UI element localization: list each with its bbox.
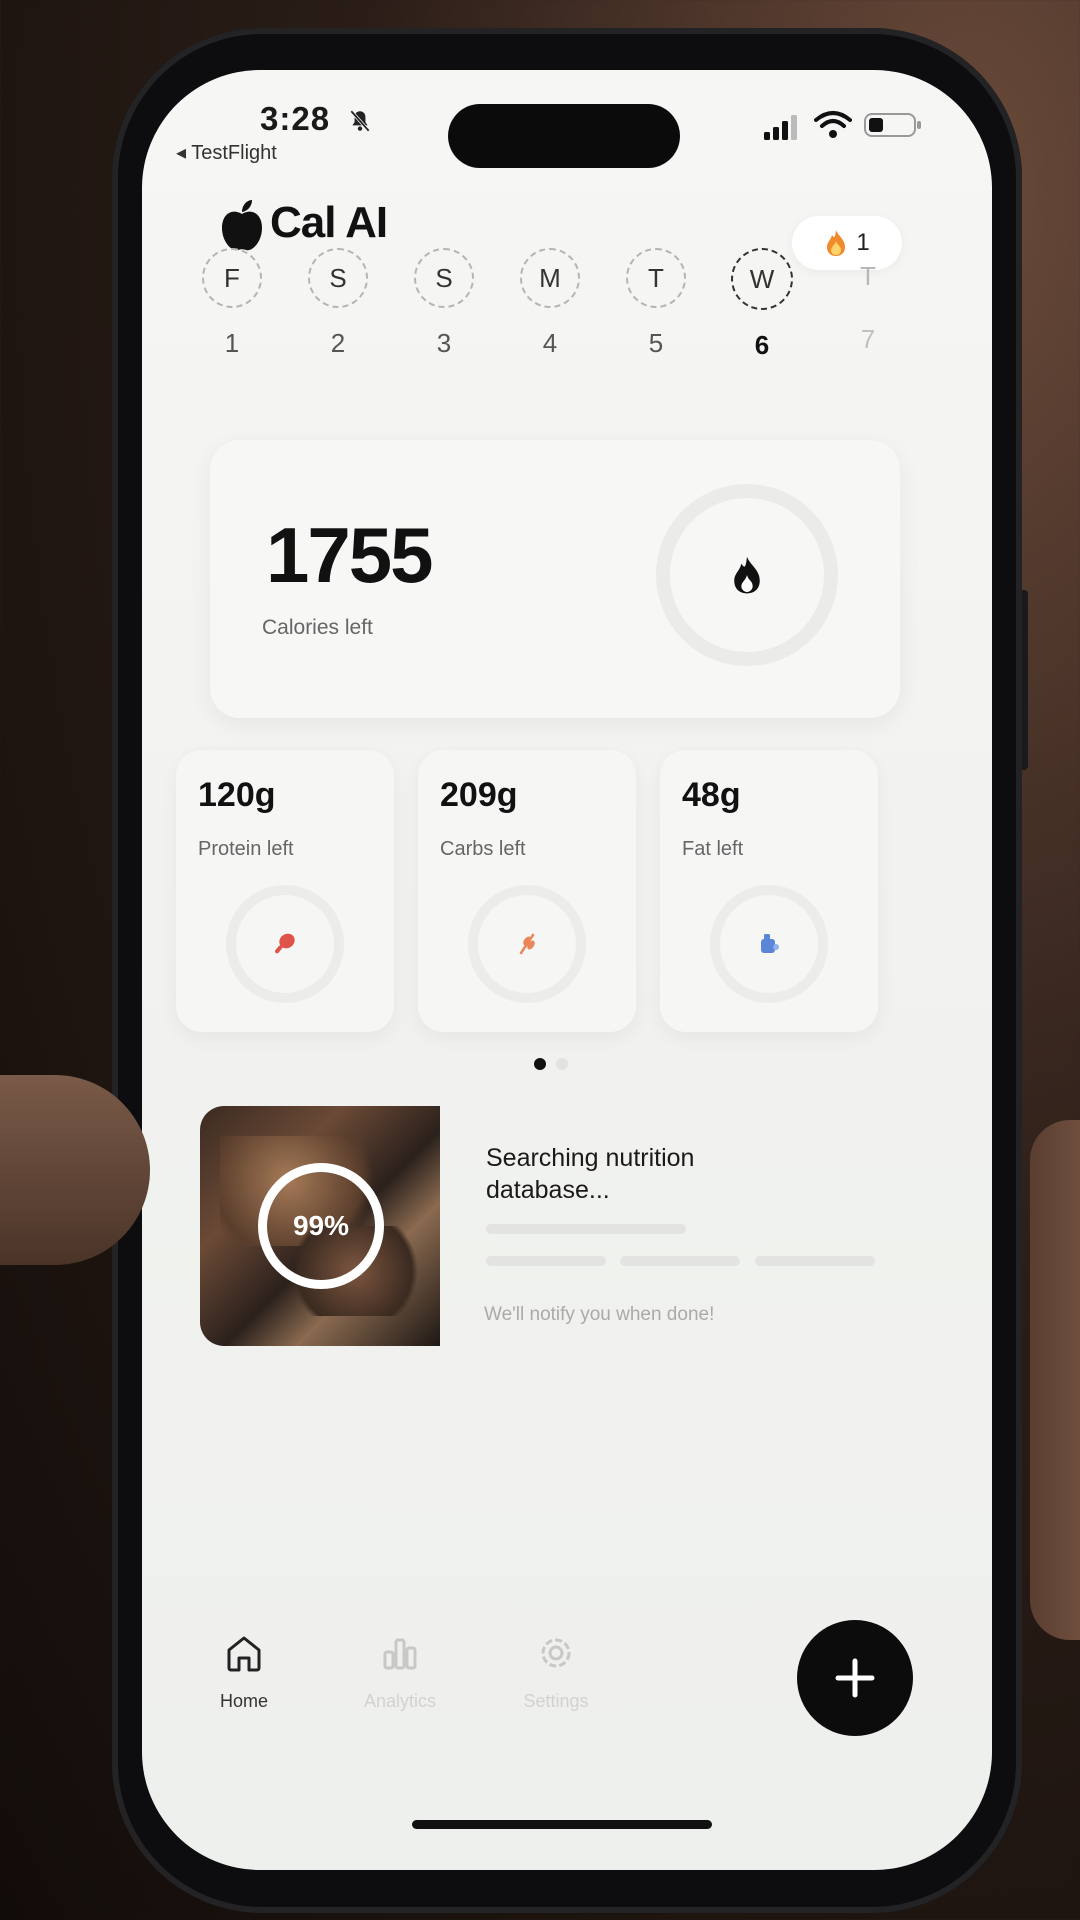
tab-home[interactable]: Home xyxy=(174,1630,314,1712)
protein-card[interactable]: 120g Protein left xyxy=(176,750,394,1032)
day-item-2[interactable]: S 2 xyxy=(298,248,378,359)
tab-home-label: Home xyxy=(219,1691,268,1711)
calories-card[interactable]: 1755 Calories left xyxy=(210,440,900,718)
back-app-label: TestFlight xyxy=(191,142,277,164)
skeleton-line xyxy=(486,1256,606,1266)
day-item-7[interactable]: T 7 xyxy=(828,248,908,355)
page-indicator[interactable] xyxy=(534,1058,594,1074)
oil-drop-icon xyxy=(761,934,779,953)
carbs-ring xyxy=(468,885,586,1003)
page-dot xyxy=(556,1058,568,1070)
status-time: 3:28 xyxy=(260,100,331,137)
fat-value: 48g xyxy=(682,776,741,814)
calories-left-value: 1755 xyxy=(266,511,434,599)
analytics-icon xyxy=(383,1638,417,1670)
app-title: Cal AI xyxy=(270,198,388,247)
day-item-5[interactable]: T 5 xyxy=(616,248,696,359)
carbs-card[interactable]: 209g Carbs left xyxy=(418,750,636,1032)
calories-left-label: Calories left xyxy=(262,616,373,639)
tab-settings[interactable]: Settings xyxy=(486,1630,626,1712)
day-letter: F xyxy=(202,248,262,308)
carbs-label: Carbs left xyxy=(440,838,526,860)
tab-analytics-label: Analytics xyxy=(363,1691,437,1711)
carbs-value: 209g xyxy=(440,776,518,814)
skeleton-line xyxy=(755,1256,875,1266)
scan-progress-value: 99% xyxy=(292,1210,350,1241)
day-letter: T xyxy=(626,248,686,308)
cellular-signal-icon xyxy=(764,115,797,140)
fat-ring xyxy=(710,885,828,1003)
day-number: 1 xyxy=(224,328,240,358)
drumstick-icon xyxy=(275,933,295,954)
day-number: 6 xyxy=(754,330,770,360)
day-item-4[interactable]: M 4 xyxy=(510,248,590,359)
bell-muted-icon xyxy=(350,110,370,132)
settings-icon xyxy=(541,1638,571,1668)
day-letter: S xyxy=(308,248,368,308)
page-dot-active xyxy=(534,1058,546,1070)
back-to-testflight[interactable]: ◂ TestFlight xyxy=(176,140,277,165)
week-strip: F 1 S 2 S 3 M 4 T 5 W 6 T 7 xyxy=(192,248,932,398)
protein-ring xyxy=(226,885,344,1003)
wifi-icon xyxy=(814,111,852,138)
day-item-6-today[interactable]: W 6 xyxy=(722,248,802,361)
flame-icon xyxy=(734,556,760,594)
tab-analytics[interactable]: Analytics xyxy=(330,1630,470,1712)
back-arrow-icon: ◂ xyxy=(176,142,192,164)
calories-ring xyxy=(656,484,838,666)
scan-status-title: Searching nutrition database... xyxy=(486,1144,695,1204)
scan-progress-ring: 99% xyxy=(258,1163,384,1289)
protein-value: 120g xyxy=(198,776,276,814)
day-letter: M xyxy=(520,248,580,308)
wheat-icon xyxy=(519,933,535,955)
fat-card[interactable]: 48g Fat left xyxy=(660,750,878,1032)
battery-icon xyxy=(864,113,921,137)
app-screen: 3:28 ◂ TestFlight Cal AI 1 F 1 S 2 S 3 M… xyxy=(142,70,992,1870)
home-icon xyxy=(227,1636,261,1672)
day-letter: T xyxy=(860,260,876,291)
add-food-button[interactable] xyxy=(797,1620,913,1736)
skeleton-line xyxy=(486,1224,686,1234)
skeleton-line xyxy=(620,1256,740,1266)
protein-label: Protein left xyxy=(198,838,294,860)
day-item-1[interactable]: F 1 xyxy=(192,248,272,359)
day-number: 2 xyxy=(330,328,346,358)
day-number: 5 xyxy=(648,328,664,358)
dynamic-island xyxy=(448,104,680,168)
plus-icon xyxy=(835,1658,875,1698)
day-number: 7 xyxy=(860,324,876,354)
day-number: 3 xyxy=(436,328,452,358)
day-item-3[interactable]: S 3 xyxy=(404,248,484,359)
scan-notify-note: We'll notify you when done! xyxy=(484,1304,715,1325)
food-photo: 99% xyxy=(200,1106,440,1346)
food-scan-card[interactable]: 99% Searching nutrition database... We'l… xyxy=(200,1106,920,1346)
tab-settings-label: Settings xyxy=(523,1691,589,1711)
home-indicator[interactable] xyxy=(412,1820,712,1829)
finger-backdrop xyxy=(1030,1120,1080,1640)
apple-logo-icon xyxy=(222,200,262,251)
day-letter: W xyxy=(731,248,793,310)
day-number: 4 xyxy=(542,328,558,358)
fat-label: Fat left xyxy=(682,838,744,860)
day-letter: S xyxy=(414,248,474,308)
